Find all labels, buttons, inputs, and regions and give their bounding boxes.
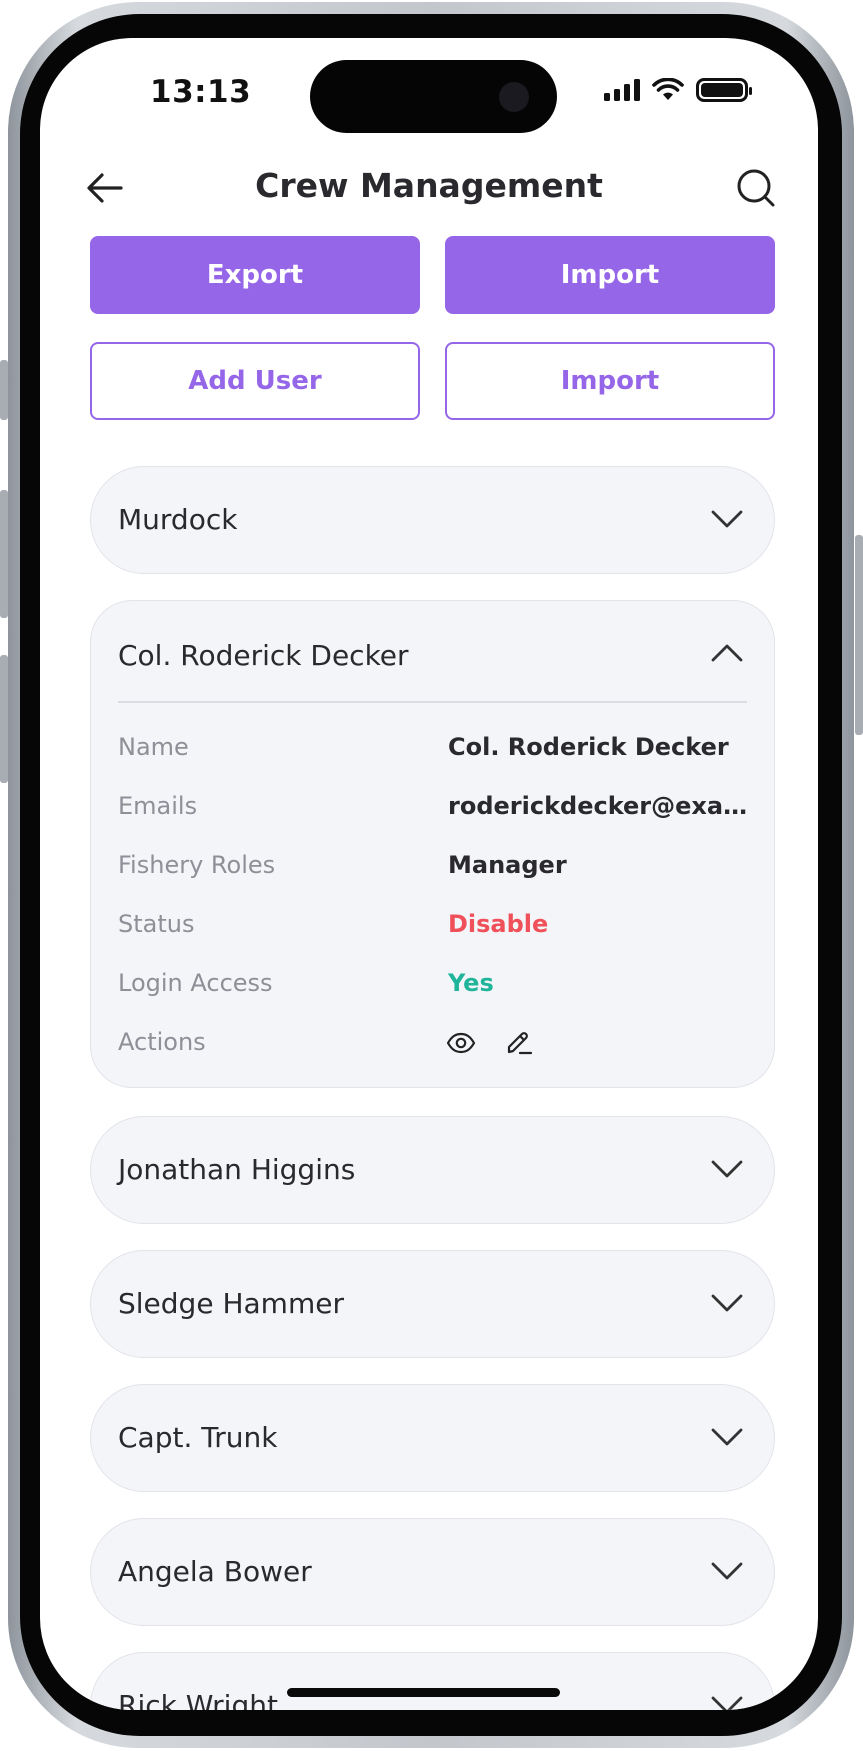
status-icons (604, 78, 752, 102)
add-user-button[interactable]: Add User (90, 342, 420, 420)
chevron-down-icon[interactable] (710, 1157, 744, 1181)
battery-icon (696, 78, 752, 102)
detail-label: Status (118, 910, 195, 938)
crew-item-capt-trunk[interactable]: Capt. Trunk (90, 1384, 775, 1492)
status-badge: Disable (448, 910, 549, 938)
wifi-icon (652, 78, 684, 100)
chevron-down-icon[interactable] (710, 1291, 744, 1315)
detail-label: Login Access (118, 969, 273, 997)
chevron-down-icon[interactable] (710, 1559, 744, 1583)
detail-label: Actions (118, 1028, 206, 1056)
chevron-down-icon[interactable] (710, 1425, 744, 1449)
phone-volume-up (0, 490, 8, 618)
crew-name: Angela Bower (118, 1555, 312, 1588)
detail-value-role: Manager (448, 851, 567, 879)
chevron-down-icon[interactable] (710, 1693, 744, 1710)
crew-name: Murdock (118, 503, 238, 536)
chevron-up-icon[interactable] (710, 641, 744, 665)
detail-row-name: Name Col. Roderick Decker (118, 727, 747, 767)
crew-item-rick-wright[interactable]: Rick Wright (90, 1652, 775, 1710)
crew-item-jonathan-higgins[interactable]: Jonathan Higgins (90, 1116, 775, 1224)
status-time: 13:13 (150, 74, 252, 110)
detail-row-login: Login Access Yes (118, 963, 747, 1003)
detail-value-name: Col. Roderick Decker (448, 733, 729, 761)
chevron-down-icon[interactable] (710, 507, 744, 531)
camera (499, 82, 529, 112)
crew-name: Col. Roderick Decker (118, 639, 409, 672)
phone-power-button (855, 535, 863, 735)
import-secondary-button[interactable]: Import (445, 342, 775, 420)
crew-name: Jonathan Higgins (118, 1153, 356, 1186)
detail-row-actions: Actions (118, 1022, 747, 1062)
cellular-signal-icon (604, 79, 640, 101)
crew-name: Capt. Trunk (118, 1421, 278, 1454)
home-indicator[interactable] (287, 1688, 560, 1697)
crew-item-sledge-hammer[interactable]: Sledge Hammer (90, 1250, 775, 1358)
detail-label: Emails (118, 792, 198, 820)
detail-row-emails: Emails roderickdecker@exampl... (118, 786, 748, 826)
crew-item-angela-bower[interactable]: Angela Bower (90, 1518, 775, 1626)
screen: 13:13 Crew Management Export Import Add … (40, 38, 818, 1710)
detail-row-roles: Fishery Roles Manager (118, 845, 747, 885)
login-access-value: Yes (448, 969, 494, 997)
export-button[interactable]: Export (90, 236, 420, 314)
divider (118, 701, 747, 703)
import-button[interactable]: Import (445, 236, 775, 314)
search-icon[interactable] (736, 168, 776, 208)
detail-label: Name (118, 733, 189, 761)
crew-name: Sledge Hammer (118, 1287, 344, 1320)
detail-label: Fishery Roles (118, 851, 276, 879)
crew-item-roderick-decker[interactable]: Col. Roderick Decker Name Col. Roderick … (90, 600, 775, 1088)
phone-action-button (0, 360, 8, 420)
eye-icon[interactable] (446, 1028, 476, 1058)
edit-pencil-icon[interactable] (504, 1028, 534, 1058)
phone-volume-down (0, 655, 8, 783)
dynamic-island (310, 60, 557, 133)
page-title: Crew Management (255, 166, 603, 205)
crew-item-murdock[interactable]: Murdock (90, 466, 775, 574)
crew-name: Rick Wright (118, 1689, 278, 1710)
app-header: Crew Management (40, 156, 818, 220)
detail-value-email: roderickdecker@exampl... (448, 792, 748, 820)
detail-row-status: Status Disable (118, 904, 747, 944)
